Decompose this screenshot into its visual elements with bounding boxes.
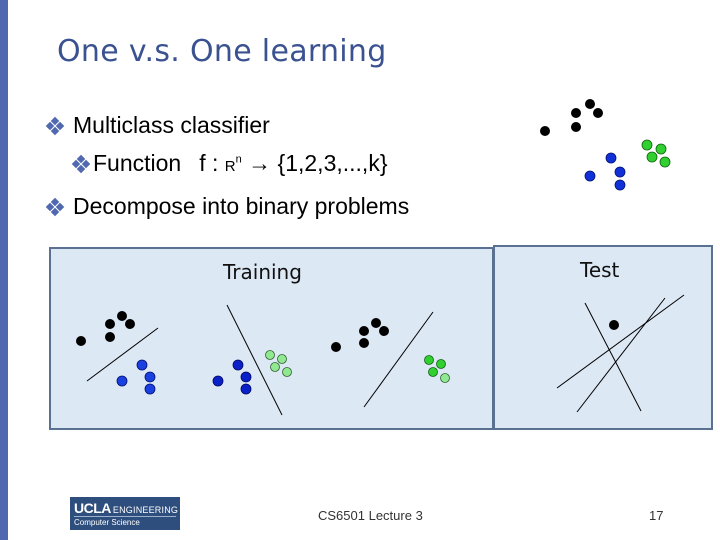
black-point <box>593 108 603 118</box>
black-point <box>571 122 581 132</box>
ucla-engineering-logo: UCLA ENGINEERING Computer Science <box>70 497 180 530</box>
blue-point <box>212 375 224 387</box>
blue-point <box>240 371 252 383</box>
overview-clusters <box>540 99 671 191</box>
green-point <box>655 143 667 155</box>
black-point <box>76 336 86 346</box>
light-green-point <box>270 362 280 372</box>
light-green-point <box>282 367 292 377</box>
blue-point <box>136 359 148 371</box>
light-green-point <box>277 354 287 364</box>
black-point <box>359 326 369 336</box>
green-point <box>436 359 446 369</box>
light-green-point <box>265 350 275 360</box>
blue-point <box>584 170 596 182</box>
blue-point <box>614 179 626 191</box>
classifier-black-vs-blue <box>76 311 159 395</box>
black-point <box>359 338 369 348</box>
black-point <box>105 332 115 342</box>
black-point <box>331 342 341 352</box>
black-point <box>125 319 135 329</box>
black-point <box>371 318 381 328</box>
classifier-blue-vs-green <box>212 304 292 416</box>
green-point <box>424 355 434 365</box>
page-number: 17 <box>649 508 664 523</box>
course-label: CS6501 Lecture 3 <box>318 508 423 523</box>
black-point <box>585 99 595 109</box>
boundary-blue-vs-green <box>584 302 642 412</box>
logo-sub: ENGINEERING <box>112 505 179 515</box>
boundary-black-vs-blue <box>556 294 685 389</box>
blue-point <box>605 152 617 164</box>
green-point <box>659 156 671 168</box>
decision-boundary <box>226 304 283 416</box>
black-point <box>379 326 389 336</box>
black-point <box>117 311 127 321</box>
blue-point <box>614 166 626 178</box>
blue-point <box>144 371 156 383</box>
green-point <box>428 367 438 377</box>
black-point <box>105 319 115 329</box>
logo-dept: Computer Science <box>74 518 140 527</box>
blue-point <box>116 375 128 387</box>
blue-point <box>240 383 252 395</box>
logo-divider <box>74 516 176 517</box>
green-point <box>646 151 658 163</box>
logo-main: UCLA <box>74 500 111 516</box>
logo-title: UCLA ENGINEERING <box>74 500 178 516</box>
green-point <box>641 139 653 151</box>
blue-point <box>144 383 156 395</box>
black-point <box>540 126 550 136</box>
classifier-black-vs-green <box>331 311 450 408</box>
light-green-point <box>440 373 450 383</box>
test-point <box>609 320 619 330</box>
black-point <box>571 108 581 118</box>
blue-point <box>232 359 244 371</box>
scatter-illustration <box>76 99 685 416</box>
test-scene <box>556 294 685 413</box>
boundary-black-vs-green <box>576 297 666 413</box>
